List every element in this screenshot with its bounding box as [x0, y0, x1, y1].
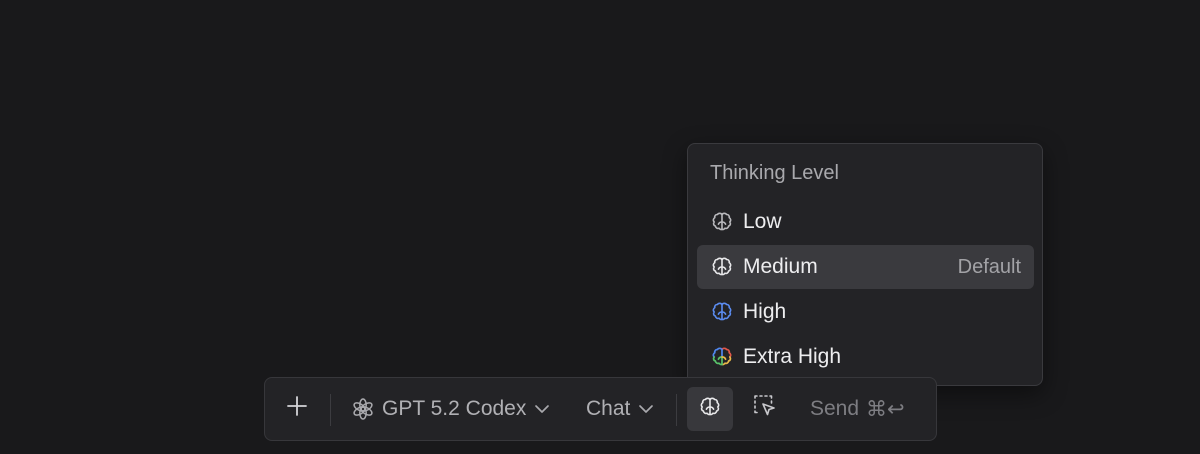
- chevron-down-icon: [534, 404, 550, 414]
- brain-icon: [698, 395, 722, 424]
- menu-title: Thinking Level: [710, 162, 839, 184]
- brain-outline-icon: [710, 300, 734, 324]
- openai-logo-icon: [351, 397, 375, 421]
- menu-item-low[interactable]: Low: [697, 200, 1034, 244]
- send-label: Send: [810, 397, 860, 420]
- brain-outline-icon: [710, 210, 734, 234]
- model-selector[interactable]: GPT 5.2 Codex: [351, 378, 550, 440]
- thinking-level-button[interactable]: [687, 387, 733, 431]
- menu-item-label: Extra High: [743, 345, 842, 368]
- app-canvas: Thinking Level Low Medium Default High E…: [0, 0, 1200, 454]
- send-shortcut: ⌘↩: [866, 397, 905, 421]
- send-button[interactable]: Send ⌘↩: [810, 378, 905, 440]
- selection-cursor-icon: [752, 393, 778, 425]
- composer-toolbar: GPT 5.2 Codex Chat Send ⌘↩: [264, 377, 937, 441]
- brain-multicolor-icon: [710, 345, 734, 369]
- add-button[interactable]: [285, 378, 309, 440]
- toolbar-divider: [676, 394, 677, 426]
- toolbar-divider: [330, 394, 331, 426]
- mode-label: Chat: [586, 397, 631, 420]
- menu-item-high[interactable]: High: [697, 290, 1034, 334]
- chevron-down-icon: [638, 404, 654, 414]
- menu-item-label: High: [743, 300, 787, 323]
- mode-selector[interactable]: Chat: [586, 378, 654, 440]
- menu-item-label: Low: [743, 210, 782, 233]
- thinking-level-menu: Thinking Level Low Medium Default High E…: [687, 143, 1043, 386]
- plus-icon: [286, 395, 308, 423]
- menu-item-label: Medium: [743, 255, 818, 278]
- default-badge: Default: [957, 255, 1021, 278]
- select-element-button[interactable]: [751, 378, 779, 440]
- menu-item-medium[interactable]: Medium Default: [697, 245, 1034, 289]
- menu-item-extra-high[interactable]: Extra High: [697, 335, 1034, 379]
- brain-outline-icon: [710, 255, 734, 279]
- model-label: GPT 5.2 Codex: [382, 397, 527, 420]
